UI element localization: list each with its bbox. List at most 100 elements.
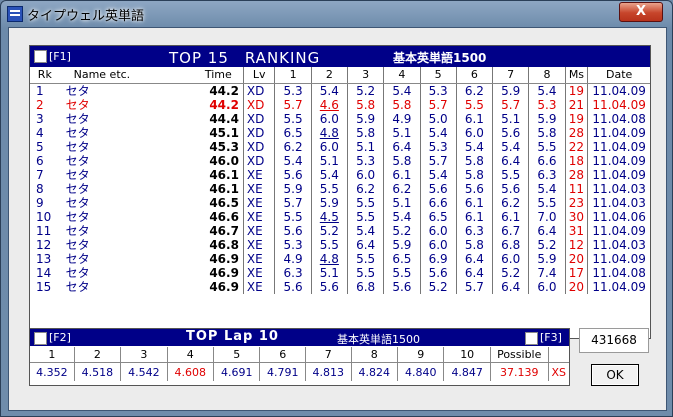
ranking-row[interactable]: 9 セタ 46.5 XE 5.7 5.9 5.5 5.1 6.6 6.1 6.2 5.5 23 11.04… (30, 196, 650, 210)
ranking-column-header[interactable]: Name etc. (59, 67, 194, 84)
lap-time: 5.8 (455, 154, 493, 168)
ranking-column-header[interactable]: 1 (274, 67, 312, 84)
ranking-column-header[interactable]: 8 (528, 67, 566, 84)
lap-time: 6.5 (383, 252, 421, 266)
ranking-checkbox[interactable] (34, 50, 47, 63)
ranking-column-header[interactable]: 6 (455, 67, 493, 84)
level: XD (242, 83, 275, 98)
record-date: 11.04.03 (587, 238, 650, 252)
lap-time: 5.3 (274, 83, 312, 98)
rank-number: 7 (36, 168, 44, 182)
lap-time: 5.6 (310, 280, 348, 294)
ranking-column-header[interactable]: Rk (30, 67, 60, 84)
ranking-row[interactable]: 10 セタ 46.6 XE 5.5 4.5 5.5 5.4 6.5 6.1 6.1 7.0 30 11.0… (30, 210, 650, 224)
ranking-row[interactable]: 1 セタ 44.2 XD 5.3 5.4 5.2 5.4 5.3 6.2 5.9 5.4 19 11.04… (30, 83, 650, 98)
ranking-row[interactable]: 2 セタ 44.2 XD 5.7 4.6 5.8 5.8 5.7 5.5 5.7 5.3 21 11.04… (30, 98, 650, 112)
level: XE (242, 266, 275, 280)
ranking-column-header[interactable]: Time (193, 67, 244, 84)
total-time: 46.6 (209, 210, 239, 224)
miss-count: 12 (564, 238, 588, 252)
ranking-row[interactable]: 12 セタ 46.8 XE 5.3 5.5 6.4 5.9 6.0 5.8 6.8 5.2 12 11.0… (30, 238, 650, 252)
lap-time: 5.5 (274, 210, 312, 224)
lap-time: 5.5 (383, 266, 421, 280)
ranking-row[interactable]: 3 セタ 44.4 XD 5.5 6.0 5.9 4.9 5.0 6.1 5.1 5.9 19 11.04… (30, 112, 650, 126)
rank-number: 14 (36, 266, 52, 280)
lap-time: 5.3 (274, 238, 312, 252)
ranking-row[interactable]: 6 セタ 46.0 XD 5.4 5.1 5.3 5.8 5.7 5.8 6.4 6.6 18 11.04… (30, 154, 650, 168)
ranking-tag: [F1] (49, 50, 71, 63)
lap-time: 5.5 (310, 238, 348, 252)
record-date: 11.04.09 (587, 83, 650, 98)
player-name: セタ (65, 210, 90, 224)
lap-time: 5.4 (455, 140, 493, 154)
lap-time: 5.2 (310, 224, 348, 238)
lap-time: 5.8 (346, 98, 384, 112)
ranking-row[interactable]: 15 セタ 46.9 XE 5.6 5.6 6.8 5.6 5.2 5.7 6.4 6.0 20 11.0… (30, 280, 650, 294)
ranking-row[interactable]: 14 セタ 46.9 XE 6.3 5.1 5.5 5.5 5.6 6.4 5.2 7.4 17 11.0… (30, 266, 650, 280)
lap-time: 6.0 (346, 168, 384, 182)
top-lap-title: TOP Lap 10 (186, 329, 279, 344)
miss-count: 21 (564, 98, 588, 112)
total-time: 46.9 (209, 280, 239, 294)
ranking-column-header[interactable]: Ms (564, 67, 588, 84)
lap-time: 5.6 (455, 182, 493, 196)
lap-time: 5.2 (528, 238, 566, 252)
total-time: 46.1 (209, 168, 239, 182)
lap-time: 6.2 (346, 182, 384, 196)
title-bar[interactable]: タイプウェル英単語 X (1, 1, 672, 27)
ranking-column-header[interactable]: 2 (310, 67, 348, 84)
rank-number: 12 (36, 238, 52, 252)
lap-time: 6.0 (310, 140, 348, 154)
lap-time: 7.4 (528, 266, 566, 280)
ranking-column-header[interactable]: Lv (242, 67, 275, 84)
ranking-row[interactable]: 5 セタ 45.3 XD 6.2 6.0 5.1 6.4 5.3 5.4 5.4 5.5 22 11.04… (30, 140, 650, 154)
ranking-row[interactable]: 4 セタ 45.1 XD 6.5 4.8 5.8 5.1 5.4 6.0 5.6 5.8 28 11.04… (30, 126, 650, 140)
total-time: 44.4 (209, 112, 239, 126)
player-name: セタ (65, 98, 90, 112)
ranking-column-header[interactable]: 5 (419, 67, 457, 84)
ranking-row[interactable]: 8 セタ 46.1 XE 5.9 5.5 6.2 6.2 5.6 5.6 5.6 5.4 11 11.04… (30, 182, 650, 196)
lap-time: 4.8 (310, 252, 348, 266)
lap-time: 5.2 (346, 83, 384, 98)
lap-time: 6.2 (383, 182, 421, 196)
lap-time: 5.3 (419, 140, 457, 154)
level: XE (242, 182, 275, 196)
lap-time: 6.6 (528, 154, 566, 168)
lap-time: 5.5 (274, 112, 312, 126)
lap-time: 6.5 (274, 126, 312, 140)
ranking-row[interactable]: 11 セタ 46.7 XE 5.6 5.2 5.4 5.2 6.0 6.3 6.7 6.4 31 11.0… (30, 224, 650, 238)
record-date: 11.04.09 (587, 140, 650, 154)
lap-time: 6.1 (492, 210, 529, 224)
lap-time: 5.8 (455, 168, 493, 182)
ranking-row[interactable]: 7 セタ 46.1 XE 5.6 5.4 6.0 6.1 5.4 5.8 5.5 6.3 28 11.04… (30, 168, 650, 182)
top-lap-value: 4.791 (259, 362, 306, 381)
lap-time: 5.5 (492, 168, 529, 182)
ranking-row[interactable]: 13 セタ 46.9 XE 4.9 4.8 5.5 6.5 6.9 6.4 6.0 5.9 20 11.0… (30, 252, 650, 266)
app-icon (7, 6, 23, 22)
player-name: セタ (65, 84, 90, 98)
top-lap-column-header: 1 (30, 347, 75, 363)
ranking-column-header[interactable]: Date (587, 67, 650, 84)
ranking-column-header[interactable]: 4 (383, 67, 421, 84)
ok-button[interactable]: OK (591, 364, 639, 386)
total-time: 45.1 (209, 126, 239, 140)
close-button[interactable]: X (619, 2, 663, 22)
score-display: 431668 (579, 328, 649, 353)
record-date: 11.04.09 (587, 154, 650, 168)
f3-checkbox[interactable] (525, 332, 538, 345)
ranking-header: [F1] TOP 15 RANKING 基本英単語1500 (30, 46, 650, 67)
lap-time: 5.4 (492, 140, 529, 154)
total-time: 46.8 (209, 238, 239, 252)
level: XD (242, 98, 275, 112)
miss-count: 30 (564, 210, 588, 224)
rank-number: 6 (36, 154, 44, 168)
ranking-column-header[interactable]: 3 (346, 67, 384, 84)
top-lap-checkbox[interactable] (34, 332, 47, 345)
miss-count: 19 (564, 112, 588, 126)
top-lap-column-header: 9 (397, 347, 444, 363)
ranking-title: TOP 15 RANKING (169, 49, 321, 67)
lap-time: 5.4 (419, 168, 457, 182)
ranking-column-header[interactable]: 7 (492, 67, 529, 84)
miss-count: 28 (564, 126, 588, 140)
rank-number: 2 (36, 98, 44, 112)
